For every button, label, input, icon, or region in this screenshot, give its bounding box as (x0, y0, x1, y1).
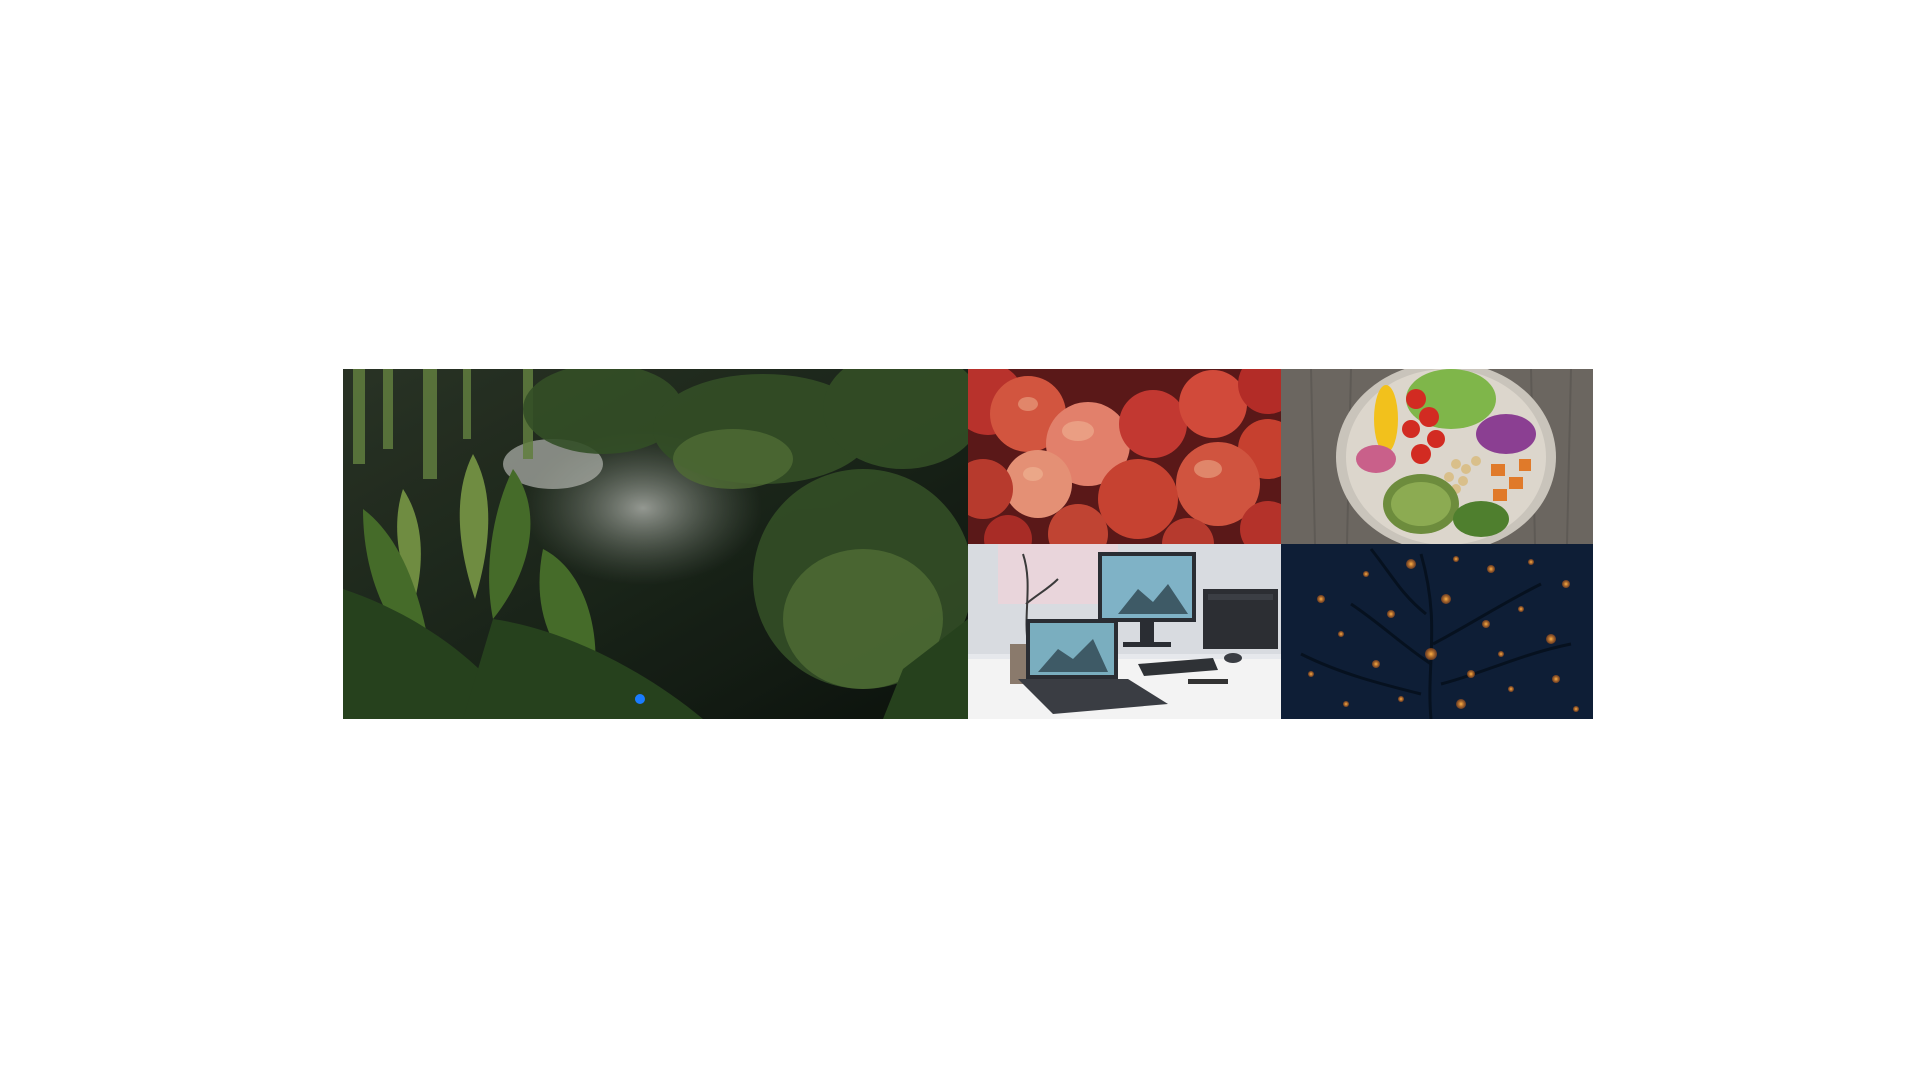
salad-bowl-photo (1281, 369, 1593, 544)
gallery-tile-workspace[interactable] (968, 544, 1281, 719)
gallery-tile-bokeh[interactable] (1281, 544, 1593, 719)
plants-photo (343, 369, 968, 719)
image-gallery (343, 369, 1593, 719)
gallery-tile-plants[interactable] (343, 369, 968, 719)
gallery-tile-apples[interactable] (968, 369, 1281, 544)
gallery-tile-salad[interactable] (1281, 369, 1593, 544)
workspace-photo (968, 544, 1281, 719)
apples-photo (968, 369, 1281, 544)
carousel-dot-active[interactable] (635, 694, 645, 704)
bokeh-lights-photo (1281, 544, 1593, 719)
